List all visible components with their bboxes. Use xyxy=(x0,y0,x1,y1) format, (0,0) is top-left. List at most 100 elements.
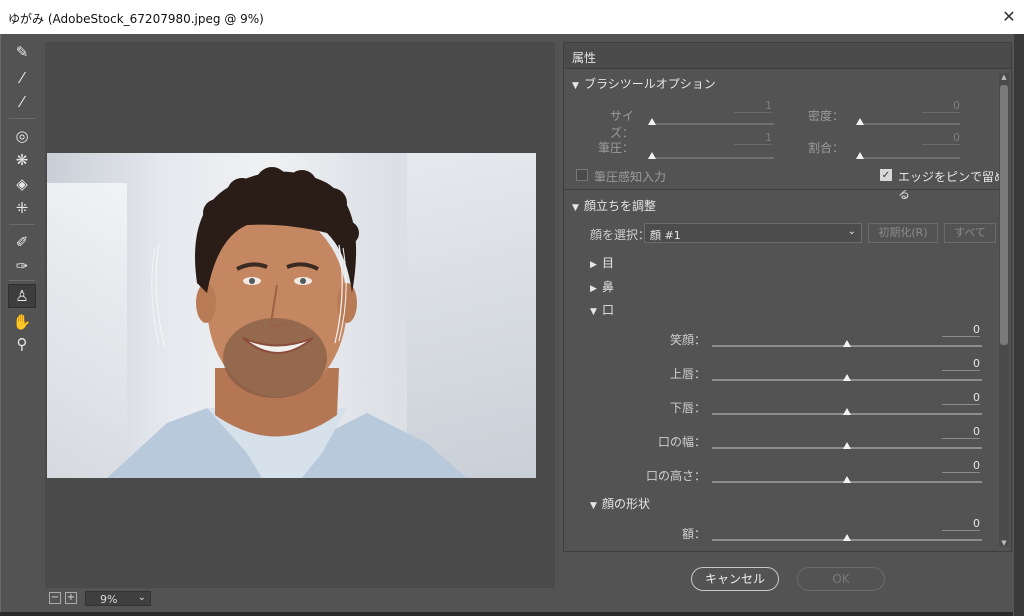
mouth-width-input[interactable]: 0 xyxy=(942,425,980,439)
size-slider-track[interactable] xyxy=(650,123,774,125)
density-slider-track[interactable] xyxy=(858,123,960,125)
scroll-down-icon[interactable]: ▼ xyxy=(999,539,1009,547)
twirl-tool-icon[interactable]: ◎ xyxy=(8,124,36,148)
stylus-pressure-checkbox[interactable] xyxy=(576,169,588,181)
forward-warp-tool-icon[interactable]: ✎ xyxy=(8,40,36,64)
smooth-tool-icon[interactable]: ⁄ xyxy=(8,90,36,114)
face-aware-title: 顔立ちを調整 xyxy=(584,199,657,213)
nose-label: 鼻 xyxy=(602,280,615,294)
eyes-section-header[interactable]: ▶ 目 xyxy=(590,254,614,271)
density-label: 密度： xyxy=(808,109,845,123)
smile-input[interactable]: 0 xyxy=(942,323,980,337)
pressure-slider-handle[interactable] xyxy=(648,152,656,159)
rate-label: 割合： xyxy=(808,141,845,155)
close-icon[interactable]: ✕ xyxy=(994,0,1024,34)
pucker-tool-icon[interactable]: ❋ xyxy=(8,148,36,172)
smile-label: 笑顔： xyxy=(669,333,706,347)
preview-image[interactable] xyxy=(47,153,536,478)
tool-bar: ✎ ⁄ ⁄ ◎ ❋ ◈ ⁜ ✐ ✑ ♙ ✋ ⚲ xyxy=(5,40,39,353)
lower-lip-label: 下唇： xyxy=(669,401,706,415)
ok-button[interactable]: OK xyxy=(797,567,885,591)
liquify-dialog: ✎ ⁄ ⁄ ◎ ❋ ◈ ⁜ ✐ ✑ ♙ ✋ ⚲ − + 9% ⌄ 属性 ▼ ブラ… xyxy=(0,34,1013,612)
expanded-triangle-icon: ▼ xyxy=(572,81,579,91)
face-shape-section-header[interactable]: ▼ 顔の形状 xyxy=(590,495,650,512)
bloat-tool-icon[interactable]: ◈ xyxy=(8,172,36,196)
thaw-mask-tool-icon[interactable]: ✑ xyxy=(8,254,36,278)
expanded-triangle-icon: ▼ xyxy=(590,307,597,317)
upper-lip-slider-handle[interactable] xyxy=(843,374,851,381)
select-face-label: 顔を選択： xyxy=(590,228,651,242)
section-divider xyxy=(564,189,1001,190)
brush-options-title: ブラシツールオプション xyxy=(584,77,716,91)
collapsed-triangle-icon: ▶ xyxy=(590,284,597,294)
size-label: サイズ： xyxy=(609,109,634,140)
all-button[interactable]: すべて xyxy=(944,223,996,243)
rate-input[interactable]: 0 xyxy=(922,131,960,145)
face-tool-icon[interactable]: ♙ xyxy=(8,284,36,308)
background-window-edge xyxy=(1013,34,1024,616)
zoom-out-button[interactable]: − xyxy=(49,592,61,604)
select-face-value: 顔 #1 xyxy=(650,229,681,242)
forehead-input[interactable]: 0 xyxy=(942,517,980,531)
zoom-in-button[interactable]: + xyxy=(65,592,77,604)
eyes-label: 目 xyxy=(602,256,615,270)
collapsed-triangle-icon: ▶ xyxy=(590,260,597,270)
title-bar: ゆがみ (AdobeStock_67207980.jpeg @ 9%) ✕ xyxy=(0,0,1024,34)
forehead-slider-handle[interactable] xyxy=(843,534,851,541)
pressure-label: 筆圧： xyxy=(597,141,634,155)
smile-slider-handle[interactable] xyxy=(843,340,851,347)
scrollbar-thumb[interactable] xyxy=(1000,85,1008,345)
size-slider-handle[interactable] xyxy=(648,118,656,125)
reconstruct-tool-icon[interactable]: ⁄ xyxy=(8,66,36,90)
zoom-bar: − + 9% ⌄ xyxy=(45,590,555,608)
nose-section-header[interactable]: ▶ 鼻 xyxy=(590,278,614,295)
lower-lip-slider-handle[interactable] xyxy=(843,408,851,415)
cancel-button[interactable]: キャンセル xyxy=(691,567,779,591)
panel-header: 属性 xyxy=(564,43,1011,69)
scroll-up-icon[interactable]: ▲ xyxy=(999,73,1009,81)
reset-button[interactable]: 初期化(R) xyxy=(868,223,938,243)
panel-title: 属性 xyxy=(572,51,597,65)
portrait-photo xyxy=(107,167,467,478)
brush-options-header[interactable]: ▼ ブラシツールオプション xyxy=(572,75,716,92)
upper-lip-input[interactable]: 0 xyxy=(942,357,980,371)
mouth-height-input[interactable]: 0 xyxy=(942,459,980,473)
size-input[interactable]: 1 xyxy=(734,99,772,113)
properties-panel: 属性 ▼ ブラシツールオプション サイズ： 1 密度： 0 筆圧： 1 割合： 0… xyxy=(563,42,1012,552)
chevron-down-icon: ⌄ xyxy=(847,226,856,237)
face-shape-label: 顔の形状 xyxy=(602,497,651,511)
face-aware-header[interactable]: ▼ 顔立ちを調整 xyxy=(572,197,656,214)
tool-separator xyxy=(9,118,35,119)
zoom-level-select[interactable]: 9% ⌄ xyxy=(85,591,151,606)
rate-slider-handle[interactable] xyxy=(856,152,864,159)
upper-lip-label: 上唇： xyxy=(669,367,706,381)
pin-edges-label: エッジをピンで留める xyxy=(898,170,1007,201)
zoom-tool-icon[interactable]: ⚲ xyxy=(8,332,36,356)
panel-scrollbar[interactable]: ▲ ▼ xyxy=(999,73,1009,547)
expanded-triangle-icon: ▼ xyxy=(590,501,597,511)
freeze-mask-tool-icon[interactable]: ✐ xyxy=(8,230,36,254)
expanded-triangle-icon: ▼ xyxy=(572,203,579,213)
pin-edges-checkbox[interactable]: ✓ xyxy=(880,169,892,181)
mouth-height-slider-handle[interactable] xyxy=(843,476,851,483)
forehead-label: 額： xyxy=(681,527,706,541)
density-slider-handle[interactable] xyxy=(856,118,864,125)
push-left-tool-icon[interactable]: ⁜ xyxy=(8,196,36,220)
pressure-input[interactable]: 1 xyxy=(734,131,772,145)
mouth-section-header[interactable]: ▼ 口 xyxy=(590,301,614,318)
tool-separator xyxy=(9,280,35,281)
rate-slider-track[interactable] xyxy=(858,157,960,159)
chevron-down-icon: ⌄ xyxy=(137,592,146,603)
lower-lip-input[interactable]: 0 xyxy=(942,391,980,405)
mouth-label: 口 xyxy=(602,303,615,317)
density-input[interactable]: 0 xyxy=(922,99,960,113)
zoom-level-value: 9% xyxy=(100,593,118,606)
pressure-slider-track[interactable] xyxy=(650,157,774,159)
mouth-height-label: 口の高さ： xyxy=(645,469,706,483)
window-title: ゆがみ (AdobeStock_67207980.jpeg @ 9%) xyxy=(8,12,264,26)
stylus-pressure-label: 筆圧感知入力 xyxy=(594,170,667,184)
mouth-width-slider-handle[interactable] xyxy=(843,442,851,449)
hand-tool-icon[interactable]: ✋ xyxy=(8,310,36,334)
tool-separator xyxy=(9,224,35,225)
select-face-dropdown[interactable]: 顔 #1 ⌄ xyxy=(644,223,862,243)
